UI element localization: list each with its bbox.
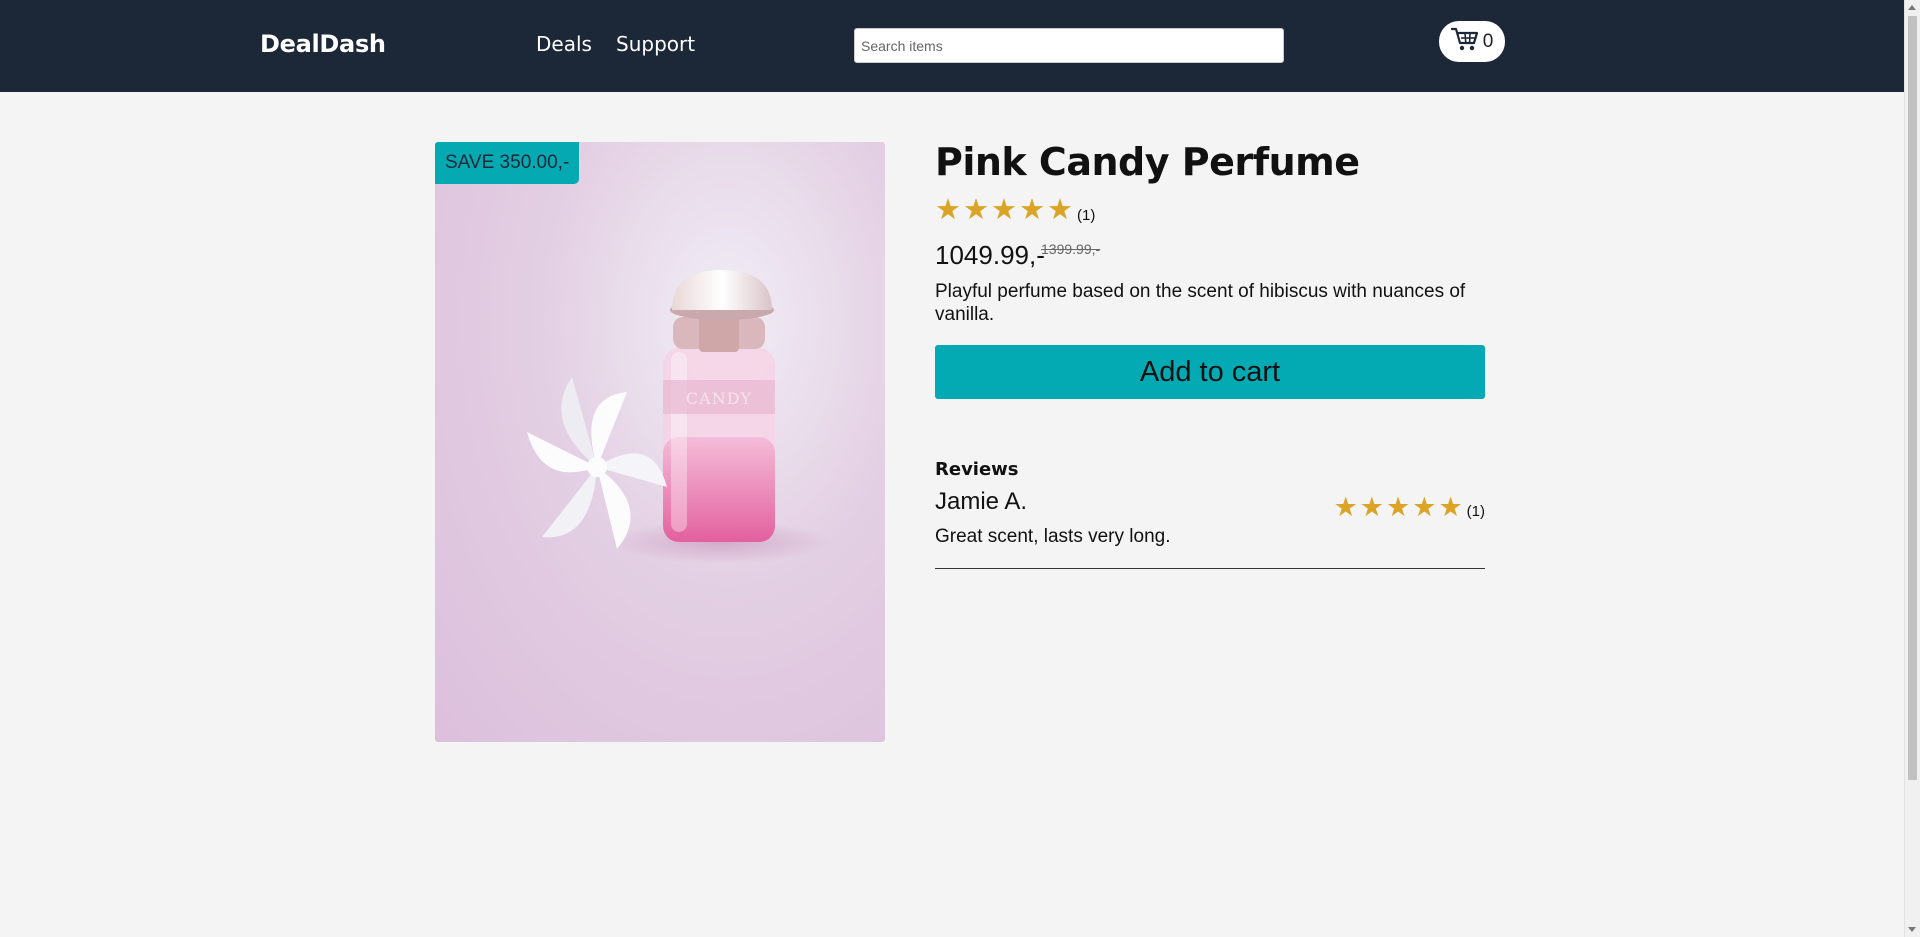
star-icon: ★ [1019,194,1045,226]
page-scrollbar[interactable] [1904,0,1920,937]
star-icon: ★ [1412,492,1437,522]
star-icon: ★ [1386,492,1411,522]
product-old-price: 1399.99,- [1041,241,1101,257]
review-rating-count: (1) [1466,503,1485,520]
bottle-label: CANDY [686,389,752,408]
rating-count: (1) [1077,207,1096,224]
search-input[interactable] [854,28,1284,63]
star-icon: ★ [991,194,1017,226]
nav-link-deals[interactable]: Deals [536,32,592,56]
scroll-thumb[interactable] [1908,16,1917,780]
perfume-illustration: CANDY [527,270,830,564]
scroll-up-arrow-icon[interactable] [1908,5,1916,10]
review-text: Great scent, lasts very long. [935,526,1171,547]
reviews-heading: Reviews [935,459,1019,480]
product-description: Playful perfume based on the scent of hi… [935,281,1466,325]
product-rating: ★ ★ ★ ★ ★ (1) [935,196,1095,225]
star-icon: ★ [1359,492,1384,522]
add-to-cart-button[interactable]: Add to cart [935,345,1485,399]
top-navbar: DealDash Deals Support 0 [0,0,1904,92]
review-rating: ★ ★ ★ ★ ★ (1) [1334,494,1485,521]
nav-link-support[interactable]: Support [616,32,695,56]
cart-icon [1450,26,1479,57]
site-logo[interactable]: DealDash [260,30,386,58]
star-icon: ★ [935,194,961,226]
product-title: Pink Candy Perfume [935,140,1360,184]
review-item: Jamie A. ★ ★ ★ ★ ★ (1) Great scent, last… [935,488,1485,569]
cart-button[interactable]: 0 [1439,21,1505,62]
save-badge: SAVE 350.00,- [435,142,580,184]
star-icon: ★ [1333,492,1358,522]
product-image: CANDY SAVE 350.00,- [435,142,885,742]
scroll-down-arrow-icon[interactable] [1908,927,1916,932]
reviewer-name: Jamie A. [935,488,1028,515]
star-icon: ★ [1438,492,1463,522]
star-icon: ★ [963,194,989,226]
star-icon: ★ [1047,194,1073,226]
product-price: 1049.99,- [935,240,1045,270]
cart-count: 0 [1482,30,1494,52]
